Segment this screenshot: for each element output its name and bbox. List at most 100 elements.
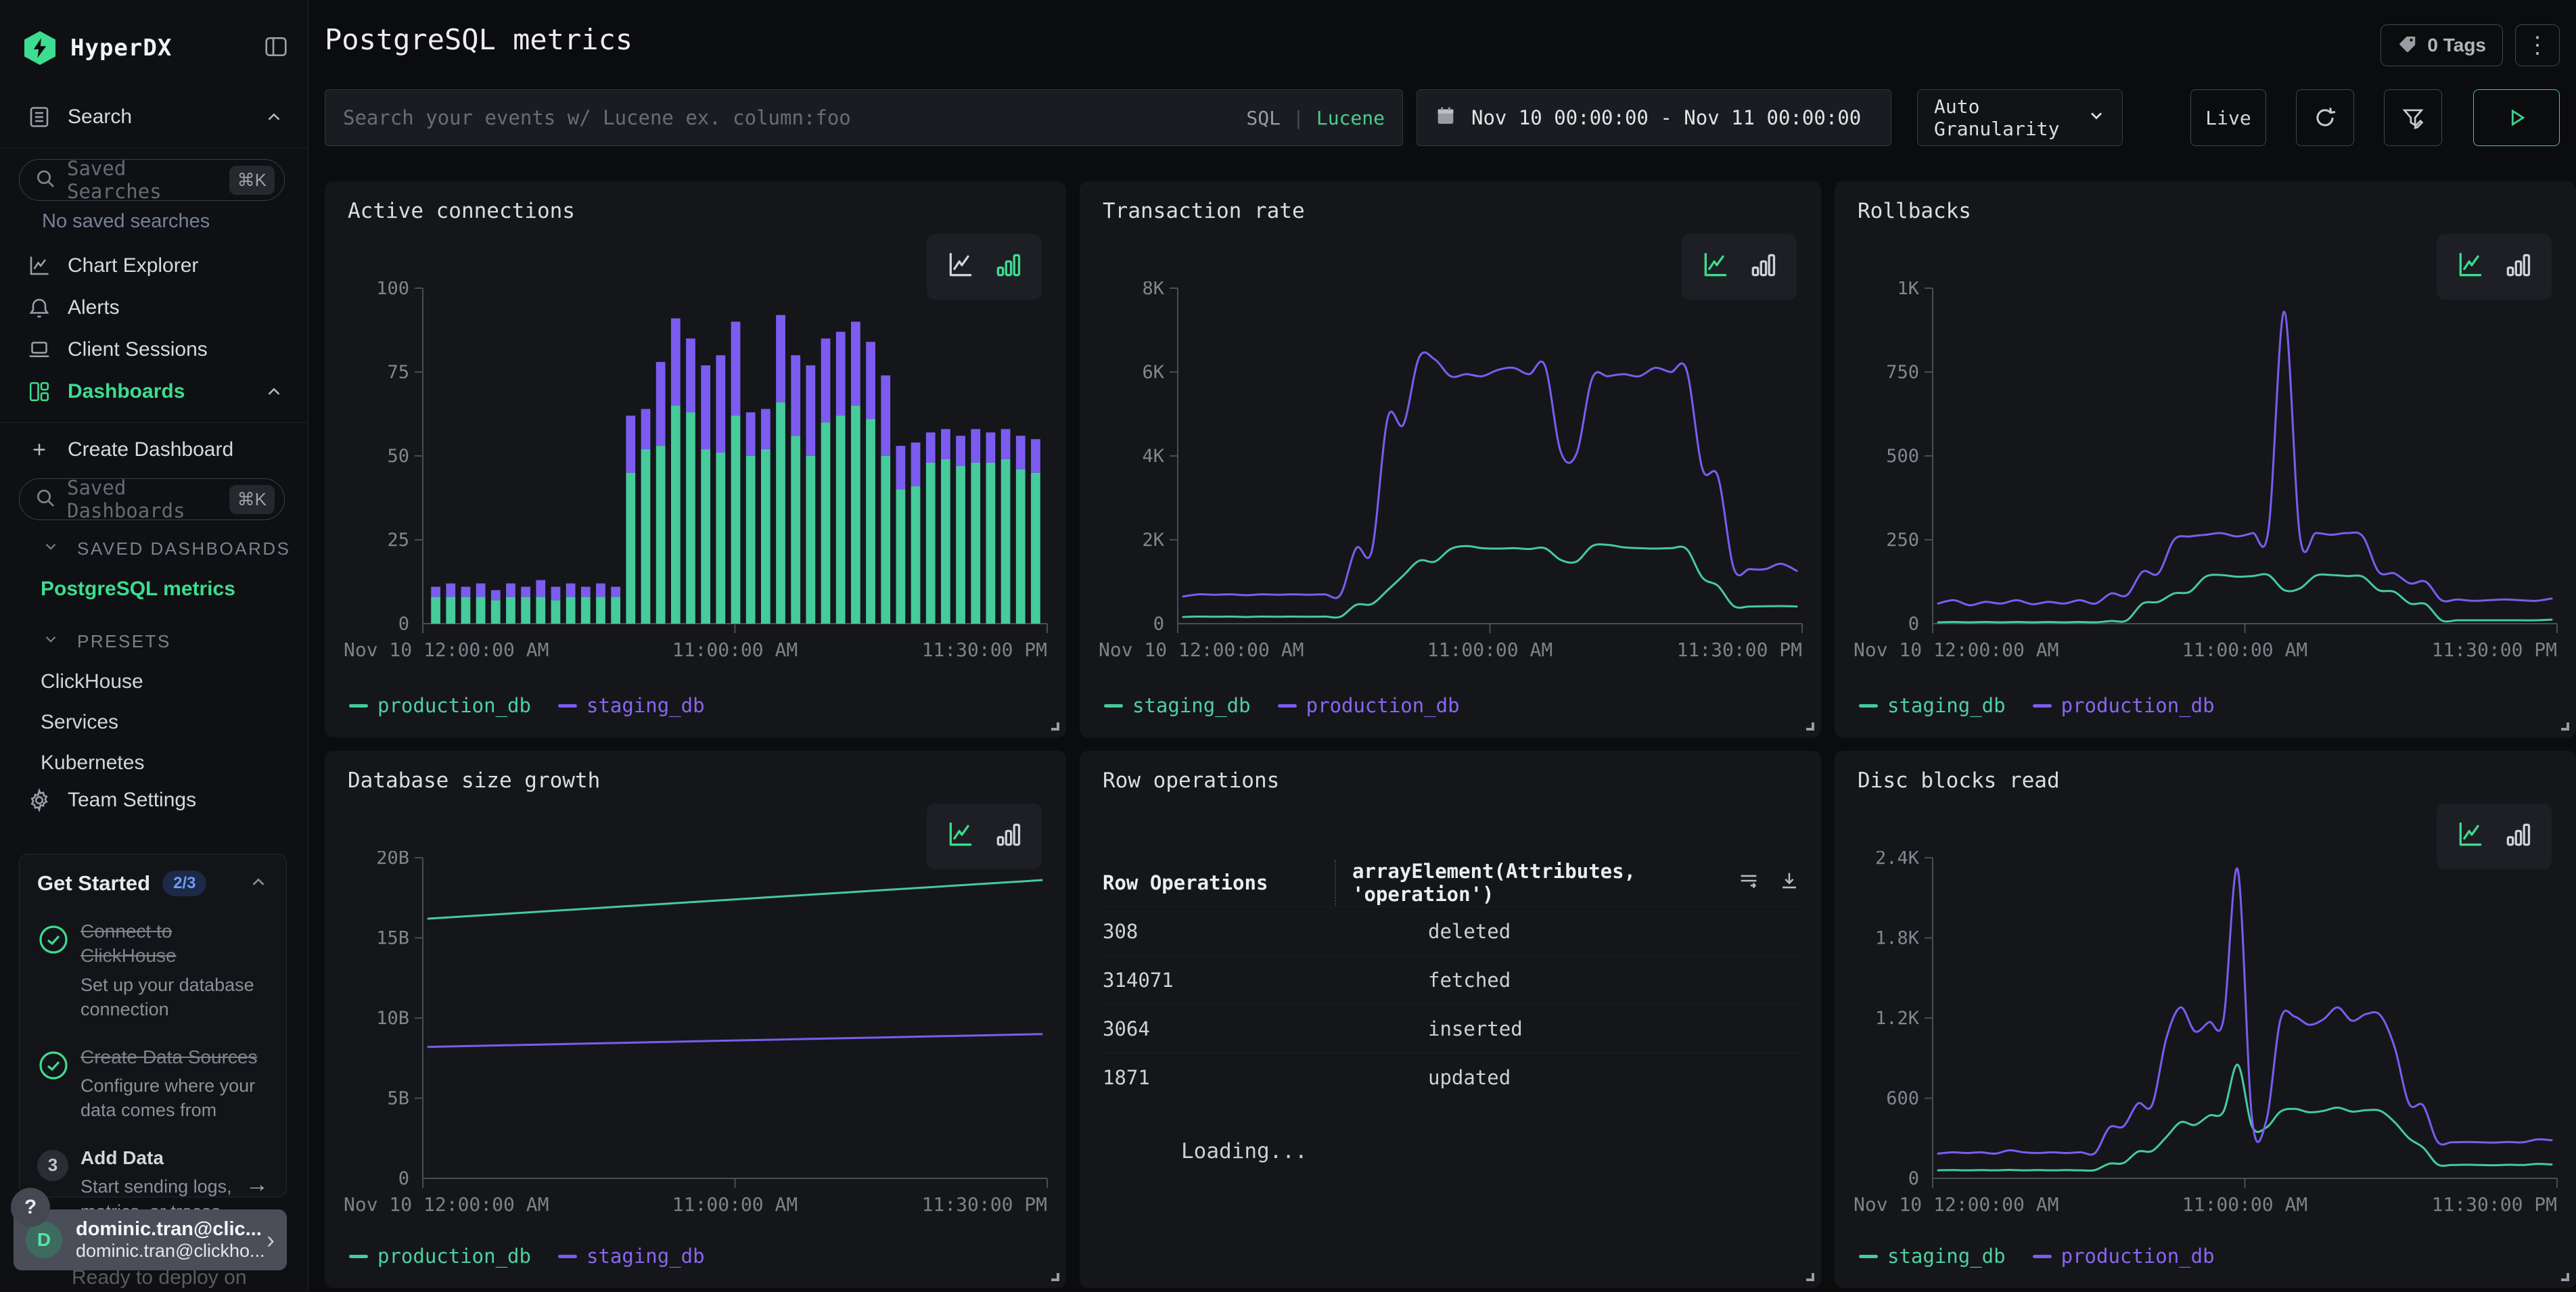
- tags-button[interactable]: 0 Tags: [2380, 24, 2503, 66]
- sidebar-item-client-sessions[interactable]: Client Sessions: [24, 329, 289, 371]
- chart-plot: 02505007501KNov 10 12:00:00 AM11:00:00 A…: [1852, 281, 2561, 662]
- line-view-button[interactable]: [946, 250, 975, 283]
- column-header[interactable]: arrayElement(Attributes, 'operation'): [1335, 860, 1724, 906]
- line-view-button[interactable]: [946, 820, 975, 853]
- table-row: 308 deleted: [1103, 906, 1801, 955]
- legend-item[interactable]: staging_db: [558, 694, 705, 717]
- resize-handle[interactable]: [1051, 1273, 1059, 1281]
- bar-view-button[interactable]: [993, 820, 1023, 853]
- saved-searches-input[interactable]: Saved Searches ⌘K: [19, 159, 285, 201]
- arrow-right-icon: →: [246, 1172, 269, 1198]
- event-search-input[interactable]: Search your events w/ Lucene ex. column:…: [325, 89, 1403, 146]
- presets-header[interactable]: PRESETS: [42, 630, 308, 653]
- date-range-picker[interactable]: Nov 10 00:00:00 - Nov 11 00:00:00: [1417, 89, 1891, 146]
- svg-text:11:30:00 PM: 11:30:00 PM: [1677, 639, 1802, 661]
- legend-swatch: [2033, 704, 2052, 708]
- bar-view-button[interactable]: [993, 250, 1023, 283]
- resize-handle[interactable]: [1806, 722, 1814, 731]
- legend-label: production_db: [2061, 1245, 2215, 1268]
- lucene-toggle[interactable]: Lucene: [1316, 107, 1385, 129]
- collapse-sidebar-icon[interactable]: [263, 34, 289, 63]
- saved-dashboards-header[interactable]: SAVED DASHBOARDS: [42, 538, 308, 560]
- panel-row-operations: Row operations Row Operations arrayEleme…: [1080, 751, 1821, 1288]
- chevron-up-icon[interactable]: [248, 872, 269, 896]
- legend-item[interactable]: staging_db: [558, 1245, 705, 1268]
- bar-view-button[interactable]: [2503, 820, 2533, 853]
- bar-view-button[interactable]: [1748, 250, 1778, 283]
- svg-text:11:00:00 AM: 11:00:00 AM: [672, 639, 798, 661]
- bar-view-button[interactable]: [2503, 250, 2533, 283]
- user-menu[interactable]: D dominic.tran@clic... dominic.tran@clic…: [14, 1209, 287, 1270]
- svg-text:0: 0: [1153, 614, 1164, 635]
- page-title: PostgreSQL metrics: [325, 23, 632, 56]
- sidebar-preset-clickhouse[interactable]: ClickHouse: [41, 670, 308, 693]
- sidebar-preset-services[interactable]: Services: [41, 711, 308, 734]
- create-dashboard-button[interactable]: + Create Dashboard: [24, 432, 289, 467]
- legend-item[interactable]: production_db: [349, 1245, 531, 1268]
- live-button[interactable]: Live: [2190, 89, 2266, 146]
- chart-view-toggle: [2437, 234, 2552, 300]
- legend-item[interactable]: staging_db: [1859, 1245, 2006, 1268]
- row-operations-table: Row Operations arrayElement(Attributes, …: [1103, 859, 1801, 1163]
- table-header: Row Operations arrayElement(Attributes, …: [1103, 859, 1801, 906]
- resize-handle[interactable]: [2561, 722, 2569, 731]
- legend-item[interactable]: production_db: [349, 694, 531, 717]
- chevron-up-icon[interactable]: [259, 107, 289, 127]
- sidebar-item-chart-explorer[interactable]: Chart Explorer: [24, 245, 289, 287]
- get-started-step[interactable]: Connect to ClickHouse Set up your databa…: [37, 919, 269, 1022]
- sidebar-preset-kubernetes[interactable]: Kubernetes: [41, 752, 308, 775]
- sidebar-item-label: Client Sessions: [68, 338, 289, 361]
- bell-icon: [24, 296, 54, 320]
- sidebar-dashboard-postgresql-metrics[interactable]: PostgreSQL metrics: [41, 578, 308, 601]
- legend-swatch: [1278, 704, 1297, 708]
- chart-view-toggle: [2437, 804, 2552, 869]
- svg-text:6K: 6K: [1142, 362, 1164, 383]
- sidebar-item-team-settings[interactable]: Team Settings: [24, 779, 295, 821]
- svg-text:11:30:00 PM: 11:30:00 PM: [922, 1193, 1047, 1216]
- sidebar: HyperDX Search Saved Searches ⌘K No save…: [0, 0, 308, 1292]
- sidebar-item-label: Dashboards: [68, 380, 259, 403]
- main-content: PostgreSQL metrics 0 Tags ⋮ Search your …: [308, 0, 2576, 1292]
- filter-button[interactable]: [2384, 89, 2442, 146]
- legend-swatch: [349, 704, 368, 708]
- expand-rows-icon[interactable]: [1737, 869, 1760, 897]
- saved-dashboards-input[interactable]: Saved Dashboards ⌘K: [19, 478, 285, 520]
- column-header[interactable]: Row Operations: [1103, 871, 1268, 894]
- refresh-button[interactable]: [2296, 89, 2354, 146]
- chevron-up-icon[interactable]: [259, 382, 289, 402]
- svg-text:15B: 15B: [376, 928, 409, 949]
- chart-legend: staging_db production_db: [1859, 1245, 2215, 1268]
- svg-text:Nov 10 12:00:00 AM: Nov 10 12:00:00 AM: [1854, 639, 2058, 661]
- cell-count: 314071: [1103, 969, 1174, 992]
- resize-handle[interactable]: [1051, 722, 1059, 731]
- search-icon: [34, 168, 56, 193]
- table-row: 1871 updated: [1103, 1053, 1801, 1101]
- sql-toggle[interactable]: SQL: [1246, 107, 1281, 129]
- legend-item[interactable]: staging_db: [1104, 694, 1251, 717]
- chart-legend: production_db staging_db: [349, 694, 705, 717]
- granularity-select[interactable]: Auto Granularity: [1917, 89, 2123, 146]
- legend-item[interactable]: production_db: [2033, 694, 2215, 717]
- line-view-button[interactable]: [2456, 250, 2485, 283]
- legend-item[interactable]: production_db: [1278, 694, 1460, 717]
- line-view-button[interactable]: [1701, 250, 1730, 283]
- sidebar-item-label: Team Settings: [68, 789, 295, 812]
- chevron-down-icon: [2087, 106, 2106, 130]
- legend-item[interactable]: staging_db: [1859, 694, 2006, 717]
- help-button[interactable]: ?: [11, 1188, 50, 1227]
- download-icon[interactable]: [1778, 869, 1801, 897]
- check-circle-icon: [37, 919, 80, 1022]
- legend-label: production_db: [377, 1245, 531, 1268]
- get-started-step[interactable]: Create Data Sources Configure where your…: [37, 1045, 269, 1123]
- resize-handle[interactable]: [2561, 1273, 2569, 1281]
- dashboard-menu-button[interactable]: ⋮: [2515, 24, 2560, 66]
- sidebar-item-alerts[interactable]: Alerts: [24, 287, 289, 329]
- sidebar-item-dashboards[interactable]: Dashboards: [24, 371, 289, 413]
- sidebar-item-search[interactable]: Search: [24, 96, 289, 138]
- legend-item[interactable]: production_db: [2033, 1245, 2215, 1268]
- run-query-button[interactable]: [2473, 89, 2560, 146]
- chart-view-toggle: [927, 234, 1042, 300]
- line-view-button[interactable]: [2456, 820, 2485, 853]
- svg-text:11:30:00 PM: 11:30:00 PM: [922, 639, 1047, 661]
- resize-handle[interactable]: [1806, 1273, 1814, 1281]
